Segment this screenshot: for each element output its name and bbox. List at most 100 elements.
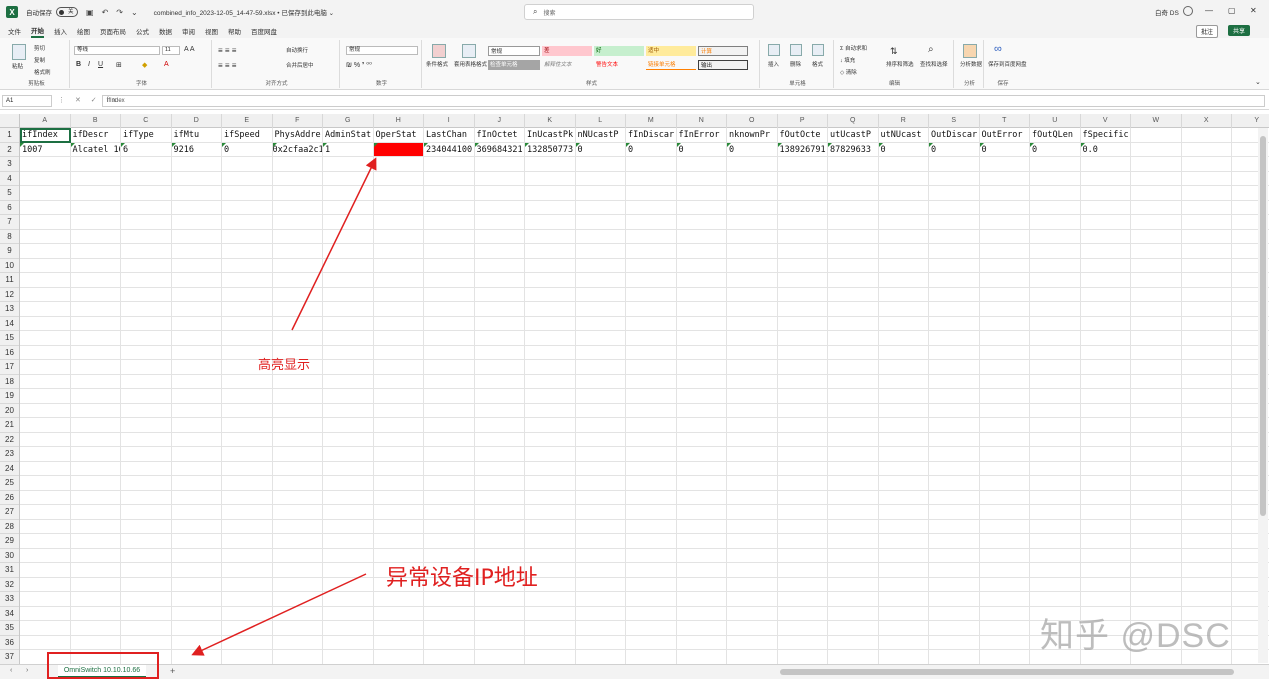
cell[interactable] <box>373 476 424 491</box>
cell[interactable] <box>70 389 121 404</box>
cell[interactable] <box>727 258 778 273</box>
row-header[interactable]: 30 <box>0 549 19 563</box>
cell[interactable] <box>626 577 677 592</box>
cell[interactable] <box>1131 142 1182 157</box>
cell[interactable] <box>1030 331 1081 346</box>
row-header[interactable]: 4 <box>0 172 19 186</box>
cell[interactable] <box>727 244 778 259</box>
cell[interactable] <box>373 461 424 476</box>
cell[interactable] <box>1131 490 1182 505</box>
cell[interactable] <box>575 200 626 215</box>
save-icon[interactable]: ▣ <box>86 8 94 17</box>
cell[interactable] <box>676 447 727 462</box>
cell[interactable] <box>121 186 172 201</box>
cell[interactable] <box>272 650 323 665</box>
cell[interactable] <box>676 316 727 331</box>
cell[interactable] <box>525 287 576 302</box>
cell[interactable] <box>20 490 71 505</box>
cell[interactable] <box>878 200 929 215</box>
cell[interactable] <box>424 157 475 172</box>
cell[interactable] <box>929 403 980 418</box>
merge-center-button[interactable]: 合并后居中 <box>286 61 314 69</box>
cell[interactable] <box>575 418 626 433</box>
cell[interactable] <box>828 418 879 433</box>
paste-button[interactable]: 粘贴 <box>12 62 23 70</box>
cell[interactable] <box>979 432 1030 447</box>
cell[interactable]: fSpecific <box>1080 128 1131 143</box>
cell[interactable] <box>373 186 424 201</box>
cell[interactable] <box>727 215 778 230</box>
row-header[interactable]: 3 <box>0 157 19 172</box>
cell[interactable] <box>171 360 222 375</box>
style-explanatory[interactable]: 解释性文本 <box>542 60 592 70</box>
cell[interactable] <box>626 244 677 259</box>
cell[interactable] <box>1080 563 1131 578</box>
cell[interactable] <box>525 461 576 476</box>
cell[interactable] <box>626 418 677 433</box>
cell[interactable] <box>828 360 879 375</box>
cell[interactable] <box>777 331 828 346</box>
row-header[interactable]: 17 <box>0 360 19 375</box>
cell[interactable] <box>474 418 525 433</box>
cell[interactable] <box>626 621 677 636</box>
cell[interactable] <box>272 287 323 302</box>
cell[interactable] <box>626 447 677 462</box>
cell[interactable] <box>323 548 374 563</box>
cell[interactable] <box>222 461 273 476</box>
column-header[interactable]: V <box>1081 114 1131 128</box>
cell[interactable]: ifIndex <box>20 128 71 143</box>
cell[interactable] <box>727 621 778 636</box>
cell[interactable]: 138926791 <box>777 142 828 157</box>
cell[interactable] <box>525 476 576 491</box>
cell[interactable] <box>70 360 121 375</box>
cell[interactable] <box>575 287 626 302</box>
cell[interactable] <box>121 244 172 259</box>
cell[interactable] <box>575 331 626 346</box>
add-sheet-icon[interactable]: + <box>170 666 175 676</box>
row-header[interactable]: 19 <box>0 389 19 404</box>
cell[interactable] <box>121 606 172 621</box>
cell[interactable]: 0 <box>979 142 1030 157</box>
cell[interactable] <box>1181 592 1232 607</box>
cell[interactable]: ifDescr <box>70 128 121 143</box>
cell[interactable] <box>979 244 1030 259</box>
cell[interactable] <box>525 360 576 375</box>
cell[interactable] <box>929 592 980 607</box>
cell[interactable] <box>171 505 222 520</box>
cell[interactable] <box>272 200 323 215</box>
cell[interactable] <box>979 331 1030 346</box>
cell[interactable] <box>474 621 525 636</box>
cell[interactable]: 0 <box>626 142 677 157</box>
cell[interactable] <box>1131 331 1182 346</box>
cell[interactable] <box>777 200 828 215</box>
row-header[interactable]: 15 <box>0 331 19 346</box>
cell[interactable] <box>70 345 121 360</box>
underline-icon[interactable]: U <box>98 61 103 68</box>
cell[interactable] <box>777 519 828 534</box>
cell[interactable] <box>474 360 525 375</box>
cell[interactable] <box>121 200 172 215</box>
cell[interactable] <box>272 229 323 244</box>
cell[interactable] <box>676 403 727 418</box>
cell[interactable] <box>373 432 424 447</box>
cell[interactable] <box>70 316 121 331</box>
cell[interactable] <box>525 592 576 607</box>
cell[interactable] <box>878 403 929 418</box>
cell[interactable] <box>525 403 576 418</box>
cell[interactable] <box>878 215 929 230</box>
border-icon[interactable]: ⊞ <box>116 61 122 69</box>
cell[interactable]: 369684321 <box>474 142 525 157</box>
cell[interactable] <box>626 287 677 302</box>
cell[interactable] <box>272 244 323 259</box>
cell[interactable] <box>525 418 576 433</box>
cell[interactable] <box>676 635 727 650</box>
cell[interactable] <box>878 592 929 607</box>
conditional-format-button[interactable]: 条件格式 <box>426 60 448 68</box>
cell[interactable] <box>676 548 727 563</box>
cell[interactable] <box>323 200 374 215</box>
cell[interactable] <box>121 505 172 520</box>
cell[interactable] <box>323 592 374 607</box>
cell[interactable] <box>373 534 424 549</box>
cell[interactable] <box>727 200 778 215</box>
redo-icon[interactable]: ↷ <box>116 8 123 17</box>
